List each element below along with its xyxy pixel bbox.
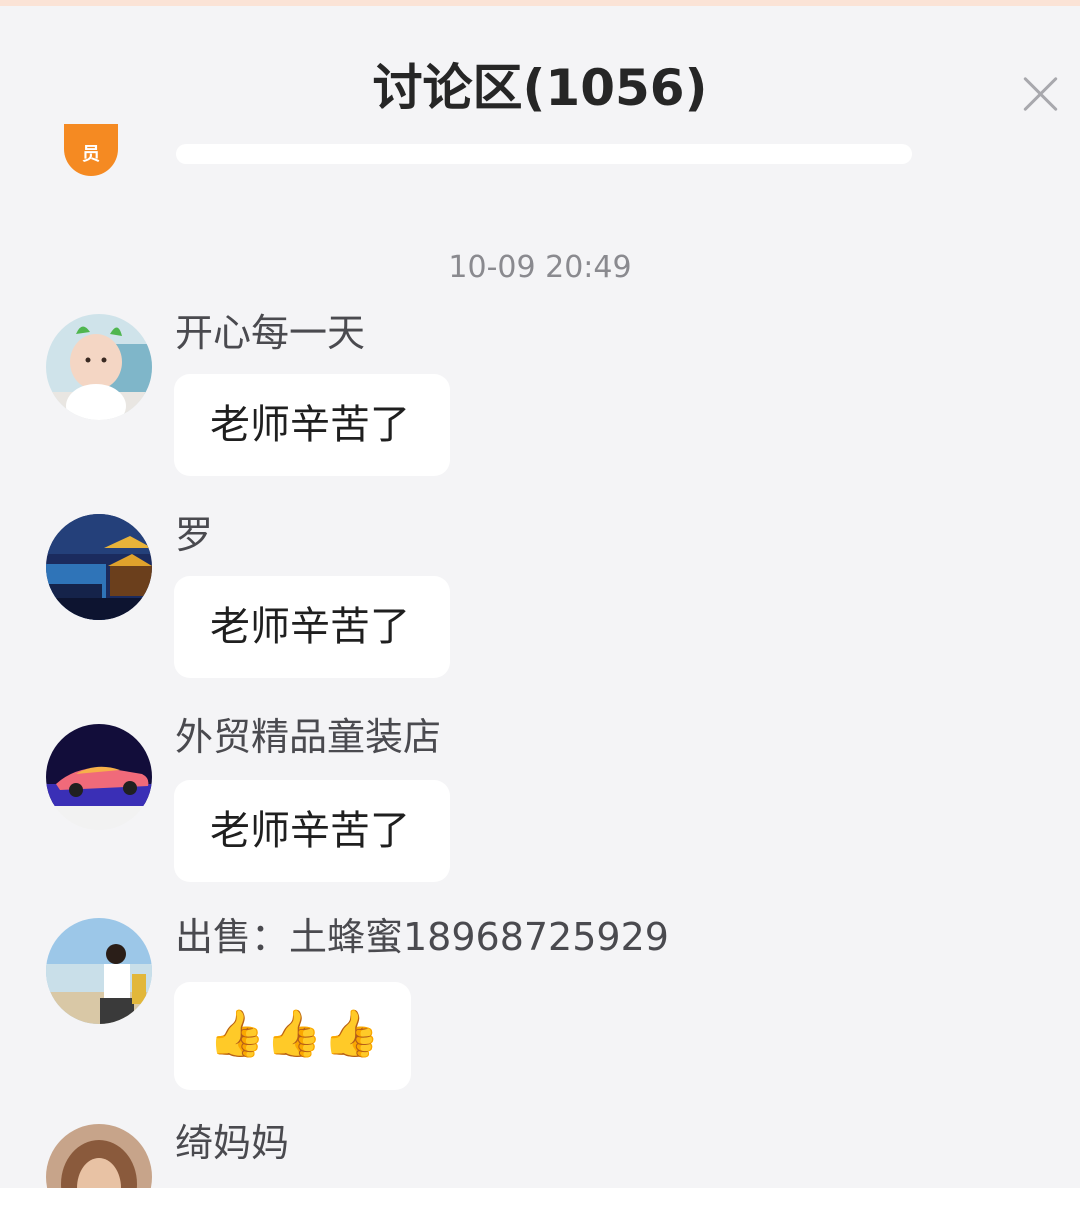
thumbs-up-emoji-group: 👍👍👍 — [208, 1006, 380, 1060]
avatar[interactable] — [46, 724, 152, 830]
message-timestamp: 10-09 20:49 — [448, 250, 632, 285]
avatar[interactable]: 员 — [64, 124, 118, 176]
avatar[interactable] — [46, 1124, 152, 1188]
list-item: 开心每一天 老师辛苦了 — [0, 310, 1080, 490]
list-item: 绮妈妈 — [0, 1120, 1080, 1188]
close-icon[interactable] — [1018, 70, 1064, 116]
list-item: 罗 老师辛苦了 — [0, 512, 1080, 692]
message-bubble-partial — [176, 144, 912, 164]
username: 开心每一天 — [175, 311, 366, 355]
username: 出售：土蜂蜜18968725929 — [175, 915, 669, 959]
discussion-header: 讨论区(1056) — [0, 6, 1080, 140]
username: 绮妈妈 — [175, 1121, 290, 1165]
avatar[interactable] — [46, 918, 152, 1024]
list-item: 出售：土蜂蜜18968725929 👍👍👍 — [0, 914, 1080, 1100]
bottom-bar — [0, 1188, 1080, 1221]
avatar[interactable] — [46, 314, 152, 420]
message-bubble[interactable]: 👍👍👍 — [174, 982, 411, 1090]
message-bubble[interactable]: 老师辛苦了 — [174, 780, 450, 882]
username: 外贸精品童装店 — [175, 715, 442, 759]
username: 罗 — [175, 513, 214, 557]
avatar-label: 员 — [82, 144, 100, 165]
message-bubble[interactable]: 老师辛苦了 — [174, 374, 450, 476]
list-item: 外贸精品童装店 老师辛苦了 — [0, 714, 1080, 894]
message-bubble[interactable]: 老师辛苦了 — [174, 576, 450, 678]
page-title: 讨论区(1056) — [372, 59, 708, 117]
avatar[interactable] — [46, 514, 152, 620]
